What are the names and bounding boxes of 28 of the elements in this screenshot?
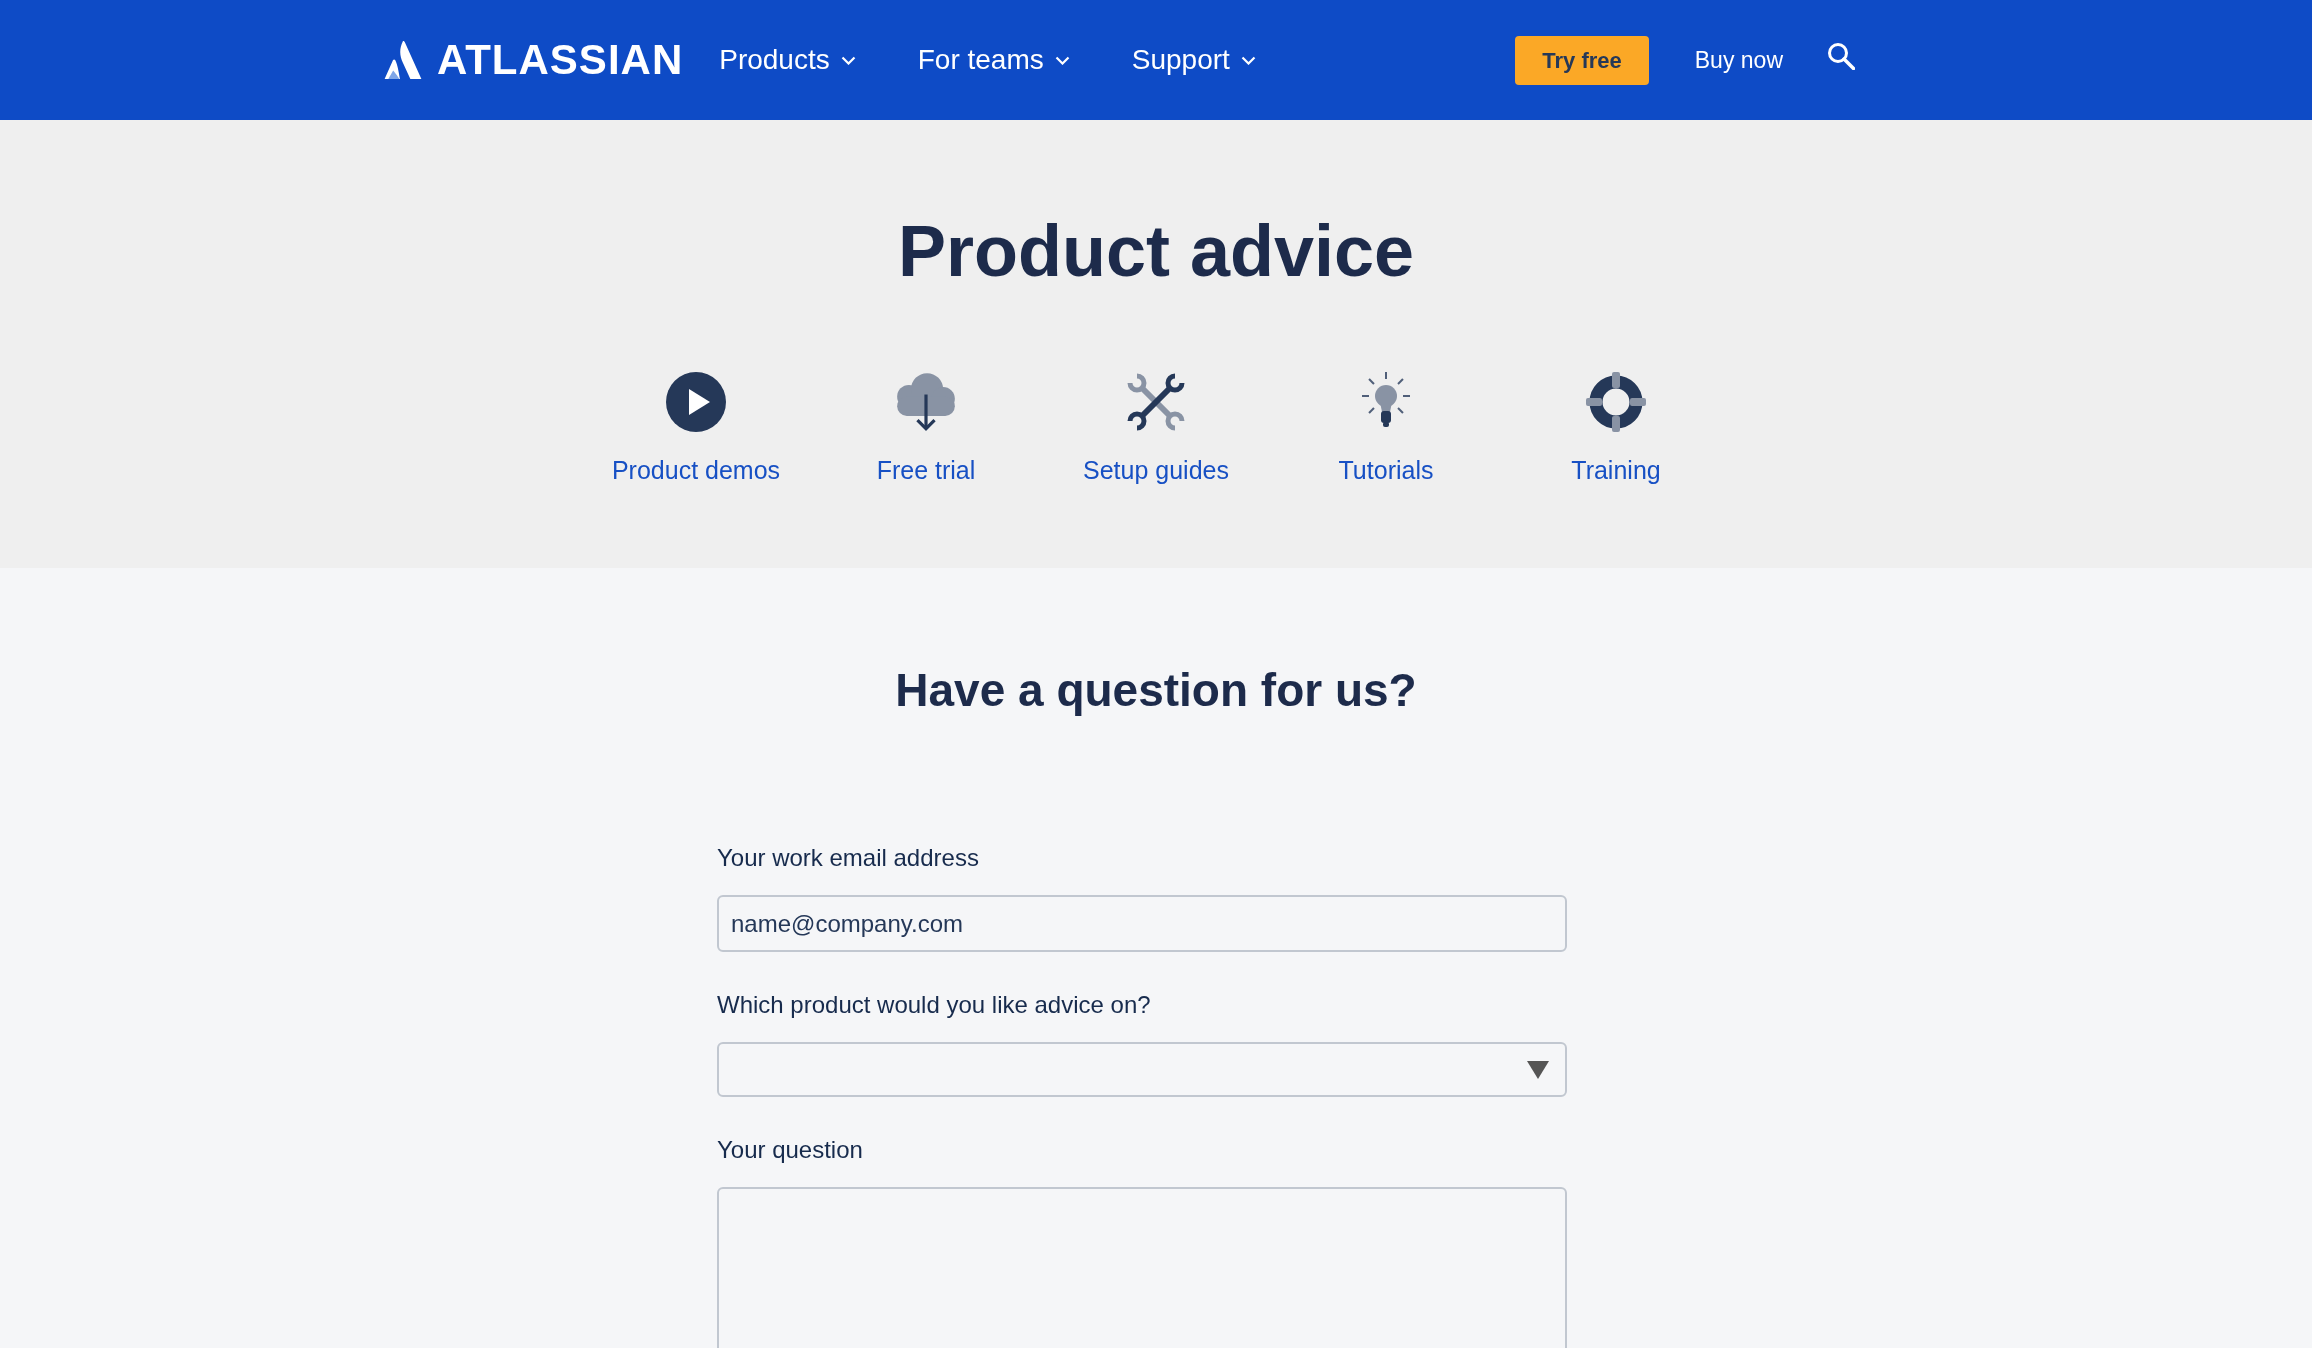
resource-link[interactable]: Tutorials [1271,372,1501,485]
nav-menu-button[interactable]: Products [719,39,856,81]
nav-menu-button[interactable]: Support [1131,39,1256,81]
crossed-wrenches-icon [1126,372,1186,432]
resource-link[interactable]: Free trial [811,372,1041,485]
buy-now-link[interactable]: Buy now [1694,42,1783,78]
caret-down-icon [1527,1060,1549,1079]
play-icon [666,372,726,432]
chevron-down-icon [1054,55,1070,65]
try-free-button[interactable]: Try free [1515,35,1649,85]
logo-text: ATLASSIAN [437,39,684,81]
field-label: Your question [717,1136,864,1164]
resource-link[interactable]: Training [1501,372,1731,485]
field-label: Your work email address [717,844,980,872]
page-title: Product advice [897,215,1415,287]
question-textarea[interactable] [717,1187,1567,1348]
product-select[interactable] [717,1042,1567,1097]
logo-icon [383,41,423,79]
resource-link[interactable]: Setup guides [1041,372,1271,485]
email-input[interactable]: name@company.com [717,895,1567,952]
field-label: Which product would you like advice on? [717,991,1152,1019]
resource-link[interactable]: Product demos [581,372,811,485]
search-icon[interactable] [1827,42,1855,70]
chevron-down-icon [1240,55,1256,65]
lifebuoy-icon [1586,372,1646,432]
nav-menu-button[interactable]: For teams [917,39,1070,81]
cloud-download-icon [895,372,957,432]
chevron-down-icon [840,55,856,65]
